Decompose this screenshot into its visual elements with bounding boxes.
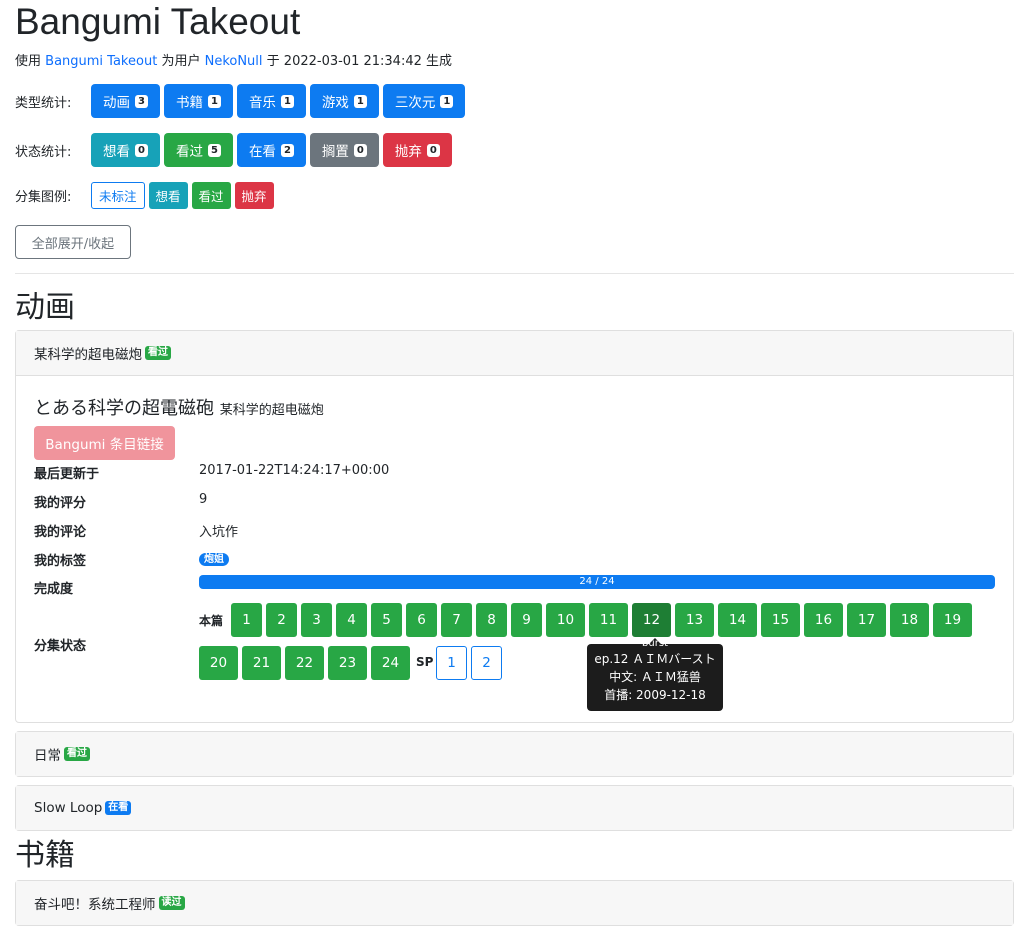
type-stats-label: 类型统计: (15, 95, 72, 111)
subject-title: とある科学の超電磁砲 某科学的超电磁炮 (34, 398, 324, 419)
episodes-label: 分集状态 (34, 639, 87, 654)
status-hold-button[interactable]: 搁置 0 (309, 133, 379, 167)
rating-value: 9 (199, 492, 208, 507)
type-anime-button[interactable]: 动画 3 (91, 84, 160, 118)
updated-value: 2017-01-22T14:24:17+00:00 (199, 463, 390, 478)
episode-tooltip: burst ep.12 ＡＩＭバースト 中文: ＡＩＭ猛兽 首播: 2009-1… (587, 638, 723, 711)
episode-button[interactable]: 23 (328, 646, 367, 680)
status-dropped-button[interactable]: 抛弃 0 (382, 133, 452, 167)
anime-card-nichijou[interactable]: 日常 看过 (15, 731, 1014, 777)
episode-button[interactable]: 22 (285, 646, 324, 680)
episode-button[interactable]: 24 (371, 646, 410, 680)
episode-button[interactable]: 17 (847, 603, 886, 637)
episode-button[interactable]: 10 (546, 603, 585, 637)
status-badge: 在看 (105, 801, 132, 815)
progress-label: 完成度 (34, 582, 74, 597)
progress-fill: 24 / 24 (199, 575, 995, 589)
takeout-link[interactable]: Bangumi Takeout (45, 54, 157, 69)
episode-button[interactable]: 11 (589, 603, 628, 637)
status-badge: 读过 (158, 896, 185, 910)
updated-label: 最后更新于 (34, 467, 100, 482)
legend-watched: 看过 (191, 182, 231, 209)
toggle-all-button[interactable]: 全部展开/收起 (15, 225, 131, 259)
episode-button[interactable]: 18 (890, 603, 929, 637)
legend-row: 分集图例: 未标注 想看 看过 抛弃 (15, 182, 278, 209)
status-stats-label: 状态统计: (15, 144, 72, 160)
page-title: Bangumi Takeout (15, 1, 301, 42)
episode-button[interactable]: 13 (675, 603, 714, 637)
episode-button[interactable]: 1 (231, 603, 262, 637)
user-link[interactable]: NekoNull (205, 54, 263, 69)
sp-episode-button[interactable]: 1 (436, 646, 467, 680)
episode-button[interactable]: 4 (336, 603, 367, 637)
episode-button[interactable]: 3 (301, 603, 332, 637)
type-real-button[interactable]: 三次元 1 (382, 84, 466, 118)
card-body: とある科学の超電磁砲 某科学的超电磁炮 Bangumi 条目链接 最后更新于 2… (16, 375, 1013, 722)
episode-button[interactable]: 5 (371, 603, 402, 637)
legend-unmarked: 未标注 (91, 182, 145, 209)
divider (15, 273, 1014, 274)
comment-label: 我的评论 (34, 525, 87, 540)
card-header[interactable]: 某科学的超电磁炮 看过 (16, 331, 1013, 375)
type-game-button[interactable]: 游戏 1 (309, 84, 379, 118)
main-episodes-label: 本篇 (199, 614, 224, 628)
status-badge: 看过 (64, 747, 90, 761)
episode-button[interactable]: 16 (804, 603, 843, 637)
legend-wish: 想看 (148, 182, 188, 209)
anime-card-open: 某科学的超电磁炮 看过 とある科学の超電磁砲 某科学的超电磁炮 Bangumi … (15, 330, 1014, 723)
book-card[interactable]: 奋斗吧！系统工程师 读过 (15, 880, 1014, 926)
comment-value: 入坑作 (199, 525, 239, 540)
rating-label: 我的评分 (34, 496, 87, 511)
episode-button[interactable]: 12 (632, 603, 671, 637)
sp-episode-button[interactable]: 2 (471, 646, 502, 680)
anime-card-slowloop[interactable]: Slow Loop 在看 (15, 785, 1014, 831)
episode-button[interactable]: 19 (933, 603, 972, 637)
episode-button[interactable]: 7 (441, 603, 472, 637)
anime-heading: 动画 (15, 291, 75, 324)
status-stats-row: 状态统计: 想看 0 看过 5 在看 2 搁置 0 抛弃 0 (15, 133, 456, 167)
sp-episodes-label: SP (416, 655, 434, 669)
type-stats-row: 类型统计: 动画 3 书籍 1 音乐 1 游戏 1 三次元 1 (15, 84, 469, 118)
episode-button[interactable]: 15 (761, 603, 800, 637)
books-heading: 书籍 (15, 839, 75, 872)
status-wish-button[interactable]: 想看 0 (91, 133, 160, 167)
tag-pill[interactable]: 炮姐 (199, 553, 229, 566)
episode-button[interactable]: 6 (406, 603, 437, 637)
bangumi-link-button[interactable]: Bangumi 条目链接 (34, 426, 175, 460)
type-book-button[interactable]: 书籍 1 (163, 84, 233, 118)
episode-button[interactable]: 20 (199, 646, 238, 680)
episode-button[interactable]: 8 (476, 603, 507, 637)
status-done-button[interactable]: 看过 5 (163, 133, 233, 167)
episode-button[interactable]: 21 (242, 646, 281, 680)
episode-button[interactable]: 14 (718, 603, 757, 637)
subtitle: 使用 Bangumi Takeout 为用户 NekoNull 于 2022-0… (15, 54, 453, 69)
legend-label: 分集图例: (15, 190, 72, 205)
legend-dropped: 抛弃 (234, 182, 274, 209)
status-doing-button[interactable]: 在看 2 (236, 133, 306, 167)
tags-label: 我的标签 (34, 554, 87, 569)
progress-bar: 24 / 24 (199, 575, 995, 589)
status-badge: 看过 (145, 346, 171, 360)
episode-button[interactable]: 9 (511, 603, 542, 637)
type-music-button[interactable]: 音乐 1 (236, 84, 306, 118)
episode-button[interactable]: 2 (266, 603, 297, 637)
